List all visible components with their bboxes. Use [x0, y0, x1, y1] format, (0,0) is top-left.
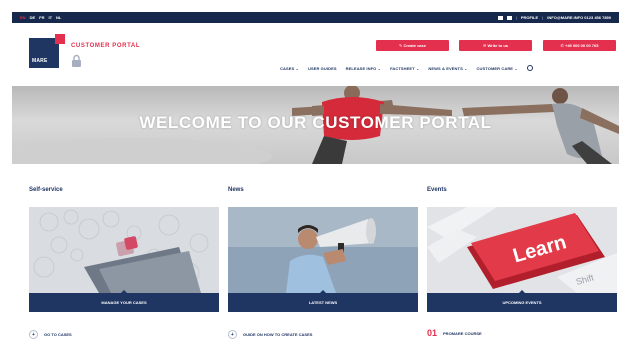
card-news[interactable]: LATEST NEWS [228, 207, 418, 312]
search-icon[interactable] [526, 65, 533, 71]
language-de[interactable]: DE [30, 15, 36, 20]
language-nl[interactable]: NL [56, 15, 61, 20]
create-case-button[interactable]: ✎ Create case [376, 40, 449, 51]
phone-label: +49 000 00 00 765 [564, 43, 599, 48]
linkedin-icon[interactable] [497, 15, 503, 20]
card-image-keyboard: Learn Shift [427, 207, 617, 293]
logo[interactable]: MARE [29, 34, 65, 68]
section-title-events: Events [427, 187, 447, 193]
latest-news-bar[interactable]: LATEST NEWS [228, 290, 418, 312]
go-to-cases-label: GO TO CASES [44, 332, 72, 337]
contact-email-link[interactable]: INFO@MARE.INFO 0123 456 7890 [547, 15, 611, 20]
lock-icon [72, 54, 81, 67]
language-it[interactable]: IT [48, 15, 52, 20]
portal-title: CUSTOMER PORTAL [71, 43, 141, 49]
nav-item-user-guides[interactable]: USER GUIDES [308, 66, 337, 72]
utility-links: | PROFILE | INFO@MARE.INFO 0123 456 7890 [497, 15, 611, 20]
main-navigation: CASES ⌄ USER GUIDES RELEASE INFO ⌄ FACTS… [280, 65, 533, 72]
nav-item-news-events[interactable]: NEWS & EVENTS ⌄ [428, 66, 467, 72]
phone-button[interactable]: ✆ +49 000 00 00 765 [543, 40, 616, 51]
language-switcher: EN DE FR IT NL [20, 15, 61, 20]
card-image-cards [29, 207, 219, 293]
promare-course-label: PROMARE COURSE [443, 330, 482, 336]
top-utility-bar: EN DE FR IT NL | PROFILE | INFO@MARE.INF… [12, 12, 619, 23]
nav-item-release-info[interactable]: RELEASE INFO ⌄ [346, 66, 381, 72]
language-fr[interactable]: FR [39, 15, 44, 20]
divider: | [542, 15, 544, 20]
hero-banner: WELCOME TO OUR CUSTOMER PORTAL [12, 86, 619, 164]
promare-course-link[interactable]: 01 PROMARE COURSE [427, 328, 482, 338]
nav-item-factsheet[interactable]: FACTSHEET ⌄ [390, 66, 419, 72]
hero-title: WELCOME TO OUR CUSTOMER PORTAL [139, 113, 492, 132]
language-en[interactable]: EN [20, 15, 26, 20]
go-to-cases-link[interactable]: + GO TO CASES [29, 330, 72, 339]
plus-icon: + [29, 330, 38, 339]
logo-accent-square [55, 34, 65, 44]
manage-cases-bar[interactable]: MANAGE YOUR CASES [29, 290, 219, 312]
write-to-us-button[interactable]: ✉ Write to us [459, 40, 532, 51]
guide-create-cases-label: GUIDE ON HOW TO CREATE CASES [243, 332, 313, 337]
site-header: MARE CUSTOMER PORTAL ✎ Create case ✉ Wri… [12, 23, 619, 85]
section-title-news: News [228, 187, 244, 193]
plus-icon: + [228, 330, 237, 339]
card-self-service[interactable]: MANAGE YOUR CASES [29, 207, 219, 312]
card-image-megaphone [228, 207, 418, 293]
youtube-icon[interactable] [506, 15, 512, 20]
upcoming-events-bar[interactable]: UPCOMING EVENTS [427, 290, 617, 312]
divider: | [515, 15, 517, 20]
nav-item-customer-care[interactable]: CUSTOMER CARE ⌄ [477, 66, 518, 72]
create-case-label: Create case [403, 43, 426, 48]
event-number: 01 [427, 328, 438, 338]
card-events[interactable]: Learn Shift UPCOMING EVENTS [427, 207, 617, 312]
profile-link[interactable]: PROFILE [521, 15, 538, 20]
write-to-us-label: Write to us [487, 43, 509, 48]
section-title-self-service: Self-service [29, 187, 63, 193]
guide-create-cases-link[interactable]: + GUIDE ON HOW TO CREATE CASES [228, 330, 312, 339]
logo-text: MARE [32, 58, 48, 64]
nav-item-cases[interactable]: CASES ⌄ [280, 66, 299, 72]
